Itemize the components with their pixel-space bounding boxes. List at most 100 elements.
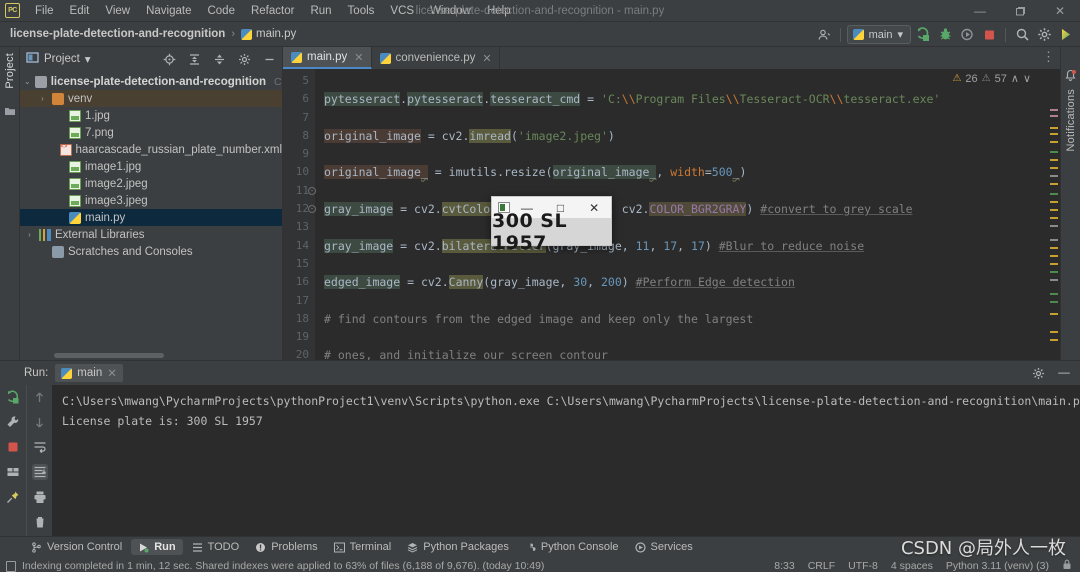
trash-icon[interactable] xyxy=(32,514,48,530)
line-separator[interactable]: CRLF xyxy=(808,560,835,572)
menu-refactor[interactable]: Refactor xyxy=(243,2,302,20)
project-horizontal-scrollbar[interactable] xyxy=(20,351,282,360)
menu-window[interactable]: Window xyxy=(422,2,479,20)
run-console-output[interactable]: C:\Users\mwang\PycharmProjects\pythonPro… xyxy=(52,385,1080,536)
breadcrumb-file[interactable]: main.py xyxy=(241,28,296,40)
xml-icon xyxy=(59,143,72,156)
tree-item[interactable]: › External Libraries xyxy=(20,226,282,243)
tree-item[interactable]: main.py xyxy=(20,209,282,226)
code-editor[interactable]: 5 6 7 8 9 10 11- 12- 13 14 15 16 17 18 19 20 pytesserac… xyxy=(283,69,1060,360)
tool-button-project[interactable]: Project xyxy=(4,53,16,89)
menu-file[interactable]: File xyxy=(27,2,62,20)
tool-button-problems[interactable]: Problems xyxy=(248,539,324,555)
project-tree[interactable]: ⌄ license-plate-detection-and-recognition… xyxy=(20,71,282,351)
opencv-image-window[interactable]: — □ ✕ 300 SL 1957 xyxy=(491,196,612,254)
collapse-all-icon[interactable] xyxy=(209,49,229,69)
rerun-icon[interactable] xyxy=(5,389,21,405)
menu-tools[interactable]: Tools xyxy=(340,2,383,20)
search-everywhere-button[interactable] xyxy=(1012,25,1032,45)
tool-button-version-control[interactable]: Version Control xyxy=(24,539,129,555)
print-icon[interactable] xyxy=(32,489,48,505)
down-arrow-icon[interactable] xyxy=(32,414,48,430)
tab-convenience-py[interactable]: convenience.py ✕ xyxy=(372,47,500,69)
tool-button-services[interactable]: Services xyxy=(628,539,700,555)
tree-item[interactable]: 7.png xyxy=(20,124,282,141)
next-problem-icon[interactable]: ∨ xyxy=(1023,72,1031,85)
lock-icon[interactable] xyxy=(1062,559,1072,572)
stop-button[interactable] xyxy=(979,25,999,45)
maximize-button[interactable] xyxy=(1000,0,1040,22)
tool-button-terminal[interactable]: Terminal xyxy=(327,539,399,555)
run-tab-main[interactable]: main ✕ xyxy=(55,364,123,382)
stop-process-icon[interactable] xyxy=(5,439,21,455)
minimize-button[interactable]: — xyxy=(960,0,1000,22)
line-number: 15 xyxy=(295,256,309,270)
soft-wrap-icon[interactable] xyxy=(32,439,48,455)
layout-icon[interactable] xyxy=(5,464,21,480)
todo-icon xyxy=(192,542,202,552)
fold-marker-icon[interactable]: - xyxy=(308,205,316,214)
tree-item[interactable]: Scratches and Consoles xyxy=(20,243,282,260)
menu-run[interactable]: Run xyxy=(302,2,339,20)
tool-button-run[interactable]: Run xyxy=(131,539,183,555)
up-arrow-icon[interactable] xyxy=(32,389,48,405)
user-icon[interactable] xyxy=(814,25,834,45)
tree-item[interactable]: haarcascade_russian_plate_number.xml xyxy=(20,141,282,158)
menu-help[interactable]: Help xyxy=(479,2,519,20)
run-configuration-selector[interactable]: main ▾ xyxy=(846,25,911,44)
menu-code[interactable]: Code xyxy=(199,2,243,20)
tree-expand-icon[interactable]: › xyxy=(24,230,35,239)
menu-navigate[interactable]: Navigate xyxy=(138,2,199,20)
tree-expand-icon[interactable]: ⌄ xyxy=(24,77,31,86)
run-hide-icon[interactable]: — xyxy=(1054,363,1074,383)
editor-scrollbar[interactable] xyxy=(1048,69,1060,360)
tree-item[interactable]: 1.jpg xyxy=(20,107,282,124)
pin-icon[interactable] xyxy=(5,489,21,505)
debug-button[interactable] xyxy=(935,25,955,45)
caret-position[interactable]: 8:33 xyxy=(774,560,794,572)
tree-item[interactable]: ⌄ license-plate-detection-and-recognition… xyxy=(20,73,282,90)
run-icon-small xyxy=(140,543,149,552)
ai-assistant-button[interactable] xyxy=(1056,25,1076,45)
file-encoding[interactable]: UTF-8 xyxy=(848,560,878,572)
tab-overflow-icon[interactable]: ⋮ xyxy=(1042,49,1056,65)
run-settings-icon[interactable] xyxy=(1028,363,1048,383)
project-panel-dropdown-icon[interactable]: ▾ xyxy=(85,52,91,66)
menu-vcs[interactable]: VCS xyxy=(382,2,422,20)
python-interpreter[interactable]: Python 3.11 (venv) (3) xyxy=(946,560,1049,572)
wrench-icon[interactable] xyxy=(5,414,21,430)
tree-item[interactable]: image2.jpeg xyxy=(20,175,282,192)
project-settings-icon[interactable] xyxy=(234,49,254,69)
menu-edit[interactable]: Edit xyxy=(62,2,98,20)
notifications-bell-icon[interactable] xyxy=(1064,69,1077,85)
tree-expand-icon[interactable]: › xyxy=(37,94,48,103)
tool-label-terminal: Terminal xyxy=(349,541,392,553)
tree-item[interactable]: › venv xyxy=(20,90,282,107)
code-content[interactable]: pytesseract.pytesseract.tesseract_cmd = … xyxy=(315,69,1048,360)
hide-panel-icon[interactable] xyxy=(259,49,279,69)
run-tab-close-icon[interactable]: ✕ xyxy=(107,366,117,380)
tree-item[interactable]: image3.jpeg xyxy=(20,192,282,209)
settings-button[interactable] xyxy=(1034,25,1054,45)
breadcrumb-project[interactable]: license-plate-detection-and-recognition xyxy=(10,28,225,40)
tree-item[interactable]: image1.jpg xyxy=(20,158,282,175)
tab-close-icon-2[interactable]: ✕ xyxy=(482,52,491,65)
locate-file-icon[interactable] xyxy=(159,49,179,69)
inspection-widget[interactable]: ⚠ 26 ⚠ 57 ∧ ∨ xyxy=(949,71,1034,86)
prev-problem-icon[interactable]: ∧ xyxy=(1011,72,1019,85)
tab-close-icon[interactable]: ✕ xyxy=(354,51,363,64)
run-actions-left xyxy=(0,385,26,536)
tab-main-py[interactable]: main.py ✕ xyxy=(283,47,372,69)
run-button[interactable] xyxy=(913,25,933,45)
tool-button-python-console[interactable]: Python Console xyxy=(518,539,626,555)
menu-view[interactable]: View xyxy=(97,2,138,20)
scroll-to-end-icon[interactable] xyxy=(31,464,48,480)
expand-all-icon[interactable] xyxy=(184,49,204,69)
coverage-button[interactable] xyxy=(957,25,977,45)
fold-marker-icon[interactable]: - xyxy=(308,186,316,195)
tool-button-todo[interactable]: TODO xyxy=(185,539,247,555)
tool-button-notifications[interactable]: Notifications xyxy=(1065,89,1077,152)
indent-setting[interactable]: 4 spaces xyxy=(891,560,933,572)
close-button[interactable]: ✕ xyxy=(1040,0,1080,22)
tool-button-python-packages[interactable]: Python Packages xyxy=(400,539,516,555)
